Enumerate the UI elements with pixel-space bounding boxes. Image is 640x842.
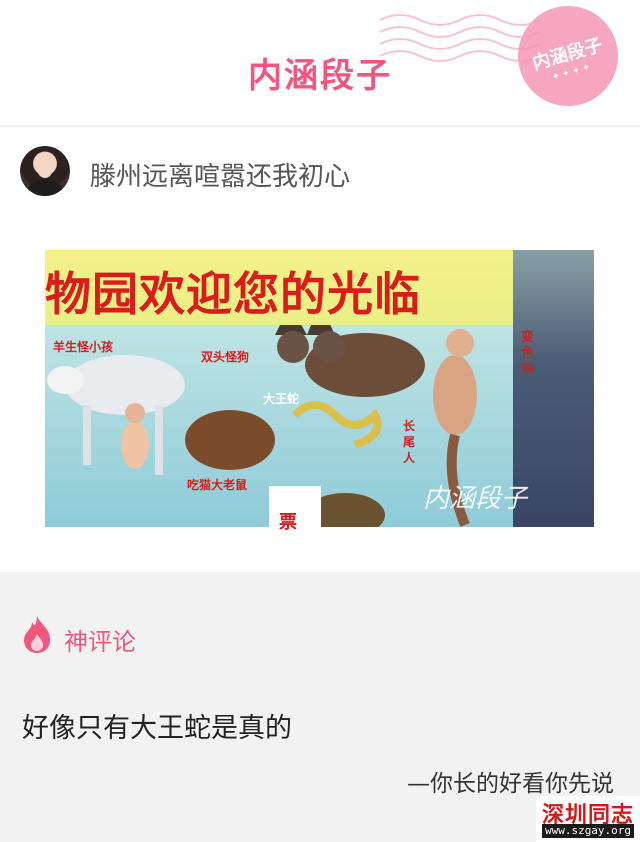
photo-sign-text: 票 xyxy=(279,512,297,533)
photo-label-cat-rat: 吃猫大老鼠 xyxy=(187,478,248,492)
comment-author: —你长的好看你先说 xyxy=(407,771,614,797)
stamp-logo: 内涵段子 ✦✦✦✦ xyxy=(506,0,630,118)
photo-label-big-snake: 大王蛇 xyxy=(263,392,300,406)
fire-icon xyxy=(24,616,50,653)
post-photo[interactable]: 物园欢迎您的光临 羊生怪小孩 双头怪狗 大王蛇 长尾人 吃猫大老鼠 变色鸡 内涵… xyxy=(45,250,594,527)
photo-label-sheep-child: 羊生怪小孩 xyxy=(53,340,114,354)
section-title: 神评论 xyxy=(64,628,136,656)
photo-label-right-bird: 变色鸡 xyxy=(521,330,535,377)
photo-watermark: 内涵段子 xyxy=(423,484,528,514)
photo-label-long-tail: 长尾人 xyxy=(403,419,416,465)
photo-label-two-head-dog: 双头怪狗 xyxy=(201,350,250,364)
avatar[interactable] xyxy=(20,146,70,196)
comment-text: 好像只有大王蛇是真的 xyxy=(22,713,292,744)
username[interactable]: 滕州远离喧嚣还我初心 xyxy=(90,156,350,193)
site-url: www.szgay.org xyxy=(542,824,634,838)
header-bar: 内涵段子 内涵段子 ✦✦✦✦ xyxy=(0,0,640,125)
header-divider xyxy=(0,125,640,127)
banner-text: 物园欢迎您的光临 xyxy=(45,267,421,321)
banner-header: 物园欢迎您的光临 xyxy=(45,250,515,325)
